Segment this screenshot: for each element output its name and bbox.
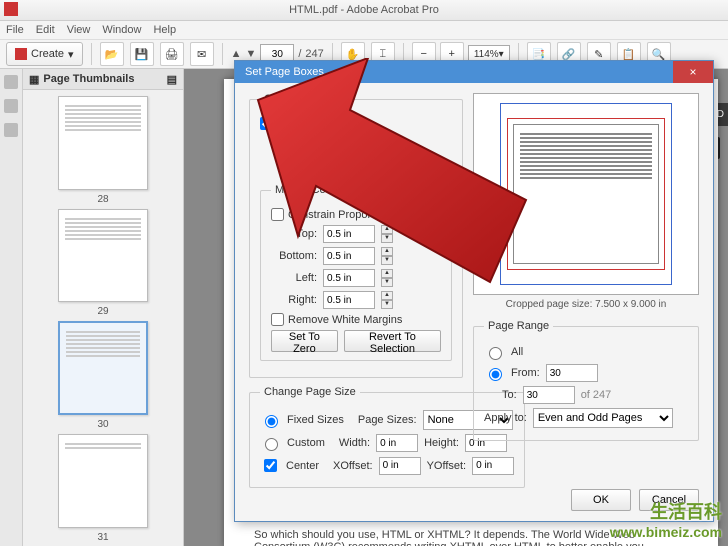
left-label: Left: <box>271 272 317 284</box>
to-label: To: <box>502 389 517 401</box>
constrain-proportions-checkbox[interactable] <box>271 208 284 221</box>
window-title: HTML.pdf - Adobe Acrobat Pro <box>289 4 439 16</box>
apply-to-select[interactable]: Even and Odd Pages <box>533 408 673 428</box>
left-icon-rail <box>0 69 23 546</box>
from-label: From: <box>511 367 540 379</box>
thumbnails-rail-icon[interactable] <box>4 75 18 89</box>
width-label: Width: <box>339 437 370 449</box>
xoffset-input[interactable] <box>379 457 421 475</box>
fixed-sizes-label: Fixed Sizes <box>287 414 344 426</box>
create-label: Create <box>31 48 64 60</box>
yoffset-label: YOffset: <box>427 460 467 472</box>
mail-icon[interactable]: ✉ <box>190 42 214 66</box>
thumb-page-number: 28 <box>97 194 108 205</box>
margin-controls-legend: Margin Controls <box>271 184 357 196</box>
custom-label: Custom <box>287 437 325 449</box>
thumb-page-number: 30 <box>97 419 108 430</box>
to-page-input[interactable] <box>523 386 575 404</box>
range-from-radio[interactable] <box>489 368 502 381</box>
set-page-boxes-dialog: Set Page Boxes × Crop Margins Show All B… <box>234 60 714 522</box>
save-icon[interactable]: 💾 <box>130 42 154 66</box>
units-select[interactable]: Inches <box>312 158 392 178</box>
remove-white-margins-checkbox[interactable] <box>271 313 284 326</box>
page-total: 247 <box>305 48 323 60</box>
crop-preview <box>473 93 699 295</box>
page-range-legend: Page Range <box>484 320 553 332</box>
bottom-input[interactable] <box>323 247 375 265</box>
chevron-down-icon: ▾ <box>68 48 74 61</box>
menu-view[interactable]: View <box>67 24 91 36</box>
xoffset-label: XOffset: <box>333 460 373 472</box>
watermark-cn: 生活百科 <box>650 498 722 524</box>
dialog-close-button[interactable]: × <box>673 61 713 83</box>
bottom-label: Bottom: <box>271 250 317 262</box>
crop-margins-legend: Crop Margins <box>260 93 334 105</box>
range-all-label: All <box>511 346 523 358</box>
watermark-url: www.bimeiz.com <box>610 524 722 540</box>
thumb-page-number: 29 <box>97 306 108 317</box>
fixed-sizes-radio[interactable] <box>265 415 278 428</box>
apply-to-label: Apply to: <box>484 412 527 424</box>
page-sizes-label: Page Sizes: <box>358 414 417 426</box>
page-thumbnail[interactable] <box>58 96 148 190</box>
top-spinner[interactable]: ▲▼ <box>381 225 393 243</box>
page-sep: / <box>298 48 301 60</box>
page-range-group: Page Range All From: To: of 247 Apply to:… <box>473 320 699 441</box>
attachment-rail-icon[interactable] <box>4 123 18 137</box>
page-thumbnail-selected[interactable] <box>58 321 148 415</box>
remove-white-label: Remove White Margins <box>288 314 402 326</box>
center-checkbox[interactable] <box>264 459 277 472</box>
crop-margins-group: Crop Margins Show All Boxes CropBox Unit… <box>249 93 463 378</box>
create-icon <box>15 48 27 60</box>
bookmark-rail-icon[interactable] <box>4 99 18 113</box>
print-icon[interactable]: 🖨 <box>160 42 184 66</box>
page-up-icon[interactable]: ▲ <box>231 48 242 60</box>
dialog-titlebar[interactable]: Set Page Boxes × <box>235 61 713 83</box>
margin-controls-group: Margin Controls Constrain Proportions To… <box>260 184 452 361</box>
cropbox-select[interactable]: CropBox <box>274 134 354 154</box>
width-input[interactable] <box>376 434 418 452</box>
center-label: Center <box>286 460 319 472</box>
height-label: Height: <box>424 437 459 449</box>
open-icon[interactable]: 📂 <box>100 42 124 66</box>
menu-help[interactable]: Help <box>153 24 176 36</box>
set-to-zero-button[interactable]: Set To Zero <box>271 330 338 352</box>
custom-size-radio[interactable] <box>265 438 278 451</box>
menu-file[interactable]: File <box>6 24 24 36</box>
top-label: Top: <box>271 228 317 240</box>
of-total-label: of 247 <box>581 389 612 401</box>
left-spinner[interactable]: ▲▼ <box>381 269 393 287</box>
dialog-title-text: Set Page Boxes <box>245 66 324 78</box>
ok-button[interactable]: OK <box>571 489 631 511</box>
from-page-input[interactable] <box>546 364 598 382</box>
page-thumbnail[interactable] <box>58 209 148 303</box>
thumbnails-header: ▦Page Thumbnails ▤ <box>23 69 183 90</box>
show-all-boxes-checkbox[interactable] <box>260 117 273 130</box>
bottom-spinner[interactable]: ▲▼ <box>381 247 393 265</box>
create-button[interactable]: Create ▾ <box>6 42 83 66</box>
constrain-label: Constrain Proportions <box>288 209 394 221</box>
range-all-radio[interactable] <box>489 347 502 360</box>
page-down-icon[interactable]: ▼ <box>245 48 256 60</box>
units-label: Units: <box>260 162 306 174</box>
thumb-page-number: 31 <box>97 532 108 543</box>
top-input[interactable] <box>323 225 375 243</box>
right-input[interactable] <box>323 291 375 309</box>
cropped-size-note: Cropped page size: 7.500 x 9.000 in <box>473 299 699 310</box>
right-label: Right: <box>271 294 317 306</box>
panel-options-icon[interactable]: ▤ <box>167 73 177 86</box>
window-titlebar: HTML.pdf - Adobe Acrobat Pro <box>0 0 728 21</box>
left-input[interactable] <box>323 269 375 287</box>
revert-to-selection-button[interactable]: Revert To Selection <box>344 330 441 352</box>
menu-window[interactable]: Window <box>102 24 141 36</box>
show-all-boxes-label: Show All Boxes <box>277 118 353 130</box>
change-size-legend: Change Page Size <box>260 386 360 398</box>
page-thumbnail[interactable] <box>58 434 148 528</box>
menu-edit[interactable]: Edit <box>36 24 55 36</box>
app-icon <box>4 2 18 16</box>
thumbnails-panel: ▦Page Thumbnails ▤ 28 29 30 31 <box>23 69 184 546</box>
right-spinner[interactable]: ▲▼ <box>381 291 393 309</box>
thumbnails-icon: ▦ <box>29 73 39 86</box>
menu-bar: File Edit View Window Help <box>0 21 728 40</box>
